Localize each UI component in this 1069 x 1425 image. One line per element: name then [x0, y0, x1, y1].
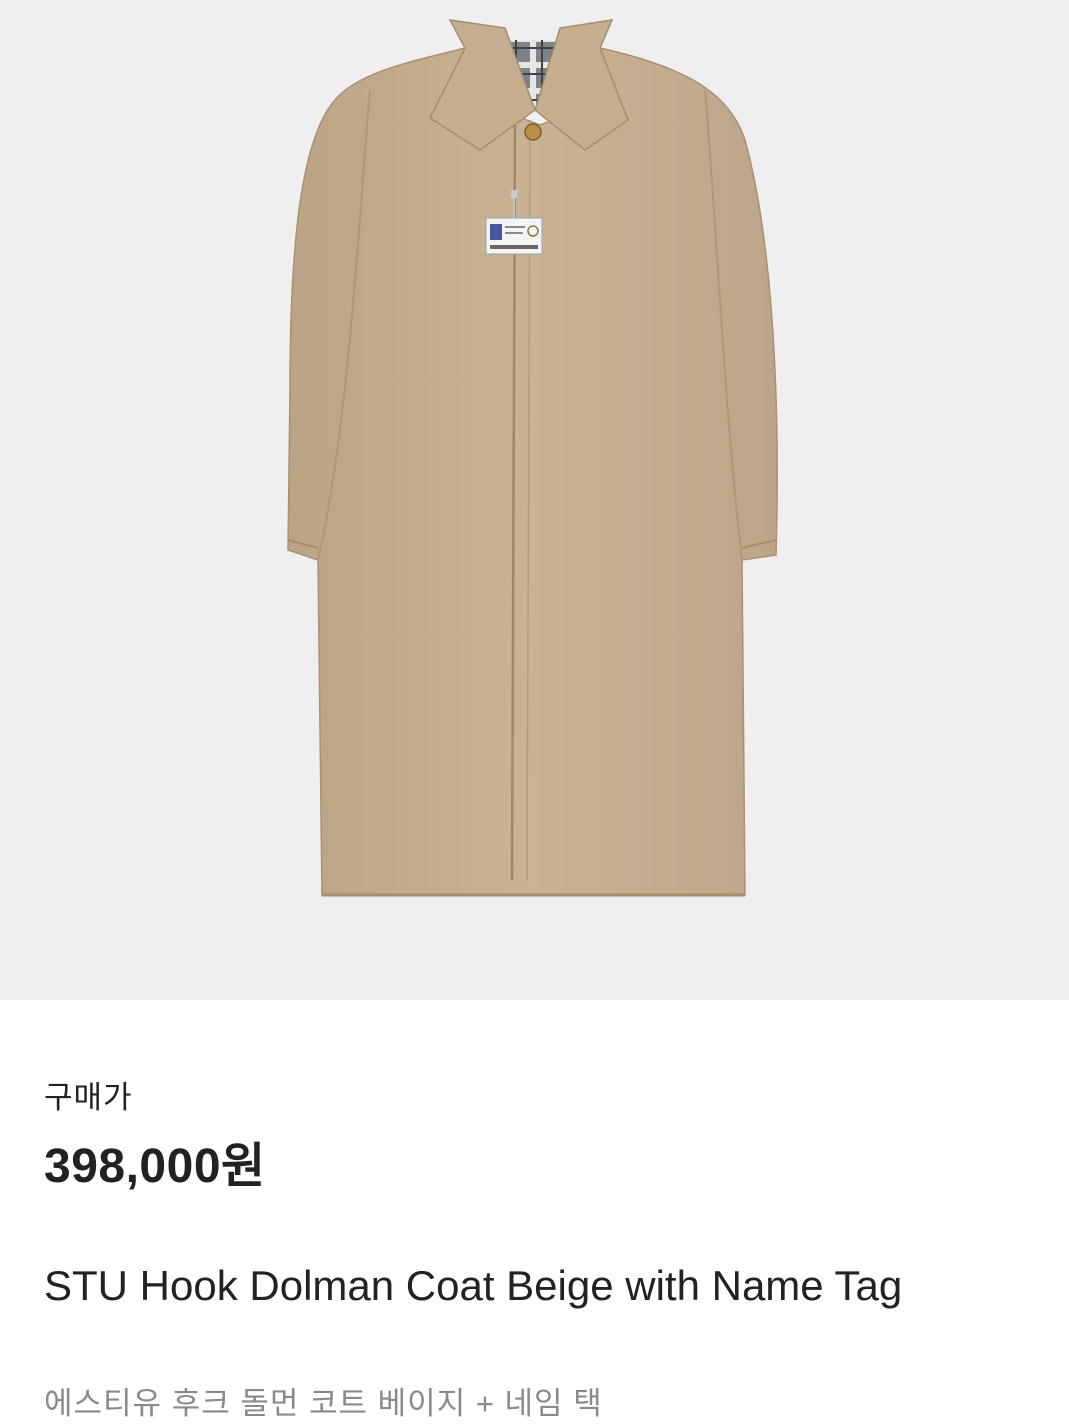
beige-coat-photo — [287, 19, 778, 897]
product-info: 구매가 398,000원 STU Hook Dolman Coat Beige … — [0, 1000, 1069, 1425]
product-image[interactable] — [0, 0, 1069, 1000]
price-label: 구매가 — [44, 1080, 133, 1115]
price-value: 398,000원 — [44, 1140, 266, 1193]
product-page: 구매가 398,000원 STU Hook Dolman Coat Beige … — [0, 0, 1069, 1425]
product-name-korean: 에스티유 후크 돌먼 코트 베이지 + 네임 택 — [44, 1386, 603, 1421]
product-name[interactable]: STU Hook Dolman Coat Beige with Name Tag — [44, 1258, 944, 1314]
